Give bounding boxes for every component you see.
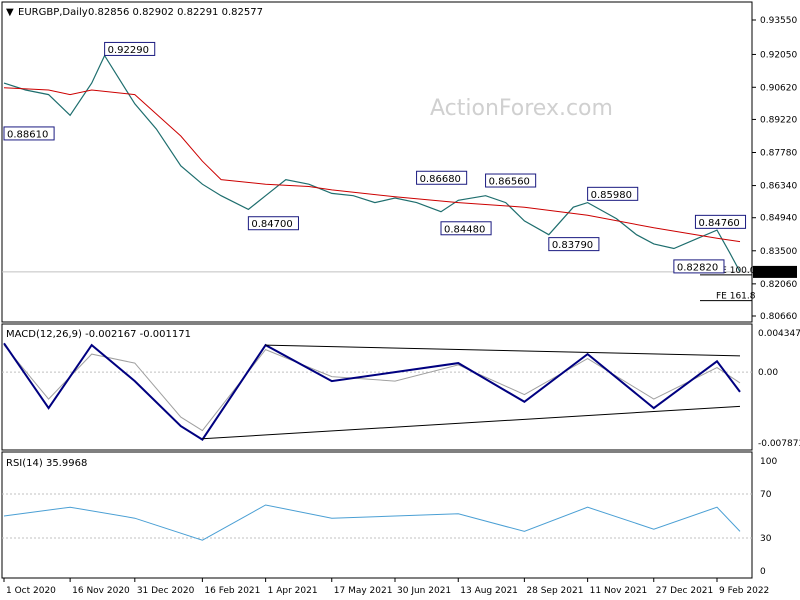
macd-trendline — [265, 344, 741, 357]
price-label: 0.84480 — [444, 224, 485, 235]
macd-layer — [2, 342, 752, 441]
price-axis-label: 0.82060 — [760, 280, 797, 290]
last-price-label: 0.82577 — [758, 268, 795, 278]
x-axis-label: 1 Apr 2021 — [268, 586, 318, 596]
price-axis-label: 0.86340 — [760, 182, 797, 192]
x-axis-label: 30 Jun 2021 — [397, 586, 451, 596]
chart-canvas: ▼ EURGBP,Daily 0.82856 0.82902 0.82291 0… — [1, 1, 800, 596]
x-axis-label: 16 Nov 2020 — [72, 586, 130, 596]
price-label: 0.83790 — [552, 240, 593, 251]
x-axis-label: 9 Feb 2022 — [719, 586, 769, 596]
price-axis-label: 0.87780 — [760, 148, 797, 158]
price-axis-label: 0.80660 — [760, 312, 797, 322]
fe-level-label: FE 161.8 — [716, 292, 756, 302]
header-arrow-icon: ▼ — [6, 7, 14, 18]
x-axis-label: 16 Feb 2021 — [204, 586, 260, 596]
symbol-label: EURGBP,Daily — [18, 7, 88, 18]
macd-line — [3, 342, 741, 441]
macd-trendline — [202, 405, 741, 440]
rsi-axis-label: 0 — [760, 567, 766, 577]
price-label: 0.88610 — [7, 129, 48, 140]
rsi-axis-label: 70 — [760, 490, 772, 500]
x-axis-label: 27 Dec 2021 — [656, 586, 714, 596]
rsi-layer — [2, 493, 752, 541]
price-layer: FE 100.0FE 161.80.922900.886100.847000.8… — [2, 41, 756, 302]
axes-layer: 0.93550 0.92050 0.90620 0.89220 0.87780 0.863… — [3, 16, 800, 596]
price-axis-label: 0.89220 — [760, 115, 797, 125]
macd-axis-label: 0.004347 — [758, 329, 800, 339]
chart-window: ▼ EURGBP,Daily 0.82856 0.82902 0.82291 0… — [0, 0, 800, 600]
price-axis-label: 0.93550 — [760, 16, 797, 26]
rsi-title: RSI(14) 35.9968 — [6, 458, 87, 469]
price-label: 0.84700 — [251, 219, 292, 230]
x-axis-label: 1 Oct 2020 — [6, 586, 56, 596]
macd-title: MACD(12,26,9) -0.002167 -0.001171 — [6, 329, 191, 340]
macd-panel-frame — [1, 323, 753, 451]
price-label: 0.92290 — [108, 45, 149, 56]
price-series-line — [3, 54, 741, 273]
price-axis-label: 0.84940 — [760, 214, 797, 224]
rsi-line — [3, 504, 741, 541]
x-axis-label: 17 May 2021 — [334, 586, 393, 596]
price-axis-label: 0.92050 — [760, 50, 797, 60]
macd-axis-label: 0.00 — [758, 368, 778, 378]
price-label: 0.84760 — [698, 218, 739, 229]
price-axis-label: 0.83500 — [760, 247, 797, 257]
price-label: 0.86560 — [489, 177, 530, 188]
x-axis-label: 13 Aug 2021 — [460, 586, 518, 596]
rsi-axis-label: 30 — [760, 534, 772, 544]
x-axis-label: 28 Sep 2021 — [526, 586, 583, 596]
x-axis-label: 31 Dec 2020 — [137, 586, 195, 596]
ohlc-readout: 0.82856 0.82902 0.82291 0.82577 — [88, 7, 263, 18]
price-axis-label: 0.90620 — [760, 83, 797, 93]
x-axis-label: 11 Nov 2021 — [590, 586, 648, 596]
rsi-axis-label: 100 — [760, 457, 777, 467]
sma-line — [3, 87, 741, 243]
macd-axis-label: -0.007873 — [758, 439, 800, 449]
price-label: 0.82820 — [677, 262, 718, 273]
price-label: 0.85980 — [591, 190, 632, 201]
price-label: 0.86680 — [420, 174, 461, 185]
watermark: ActionForex.com — [430, 96, 613, 121]
